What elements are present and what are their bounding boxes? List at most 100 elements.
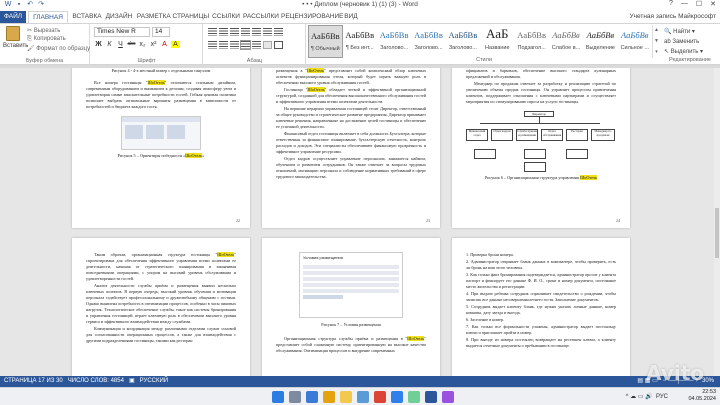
tab-view[interactable]: ВИД	[342, 11, 360, 23]
style-no-spacing[interactable]: АаБбВв ¶ Без инт...	[343, 25, 377, 58]
word-icon[interactable]	[425, 391, 437, 403]
borders-icon[interactable]	[274, 41, 283, 49]
list-item: 7. Как только все формальности улажены, …	[466, 324, 616, 335]
language[interactable]: РУССКИЙ	[140, 378, 168, 384]
search-icon[interactable]	[289, 391, 301, 403]
bullets-icon[interactable]	[208, 28, 217, 36]
page-24[interactable]: официантов и барменов, обеспечение высок…	[452, 68, 630, 228]
font-name-box[interactable]: Times New R	[94, 27, 150, 37]
clock[interactable]: 22:53 04.05.2024	[688, 389, 716, 403]
status-left: СТРАНИЦА 17 ИЗ 30 ЧИСЛО СЛОВ: 4854 ▣ РУС…	[4, 376, 168, 387]
replace-button[interactable]: ab Заменить	[664, 37, 703, 47]
clock-time: 22:53	[702, 389, 716, 395]
mail-icon[interactable]	[357, 391, 369, 403]
page-22[interactable]: Рисунок 4 - 4-х местный номер с отдельны…	[72, 68, 250, 228]
increase-indent-icon[interactable]	[252, 28, 261, 36]
style-heading-3[interactable]: АаБбВв Заголово...	[446, 25, 480, 58]
bold-button[interactable]: Ж	[94, 41, 103, 48]
tab-file[interactable]: ФАЙЛ	[0, 11, 26, 23]
subscript-button[interactable]: x₂	[138, 41, 147, 48]
font-size-box[interactable]: 14	[152, 27, 170, 37]
style-title[interactable]: АаБ Название	[480, 25, 514, 58]
shading-icon[interactable]	[263, 41, 272, 49]
tab-references[interactable]: ССЫЛКИ	[211, 11, 241, 23]
minimize-button[interactable]: —	[681, 0, 688, 8]
close-button[interactable]: ✕	[710, 0, 716, 8]
page-26[interactable]: Условия размещения Рисунок 7 – Условия р…	[262, 238, 440, 376]
align-right-icon[interactable]	[230, 41, 239, 49]
account-name[interactable]: Учетная запись Майкрософт	[629, 11, 716, 23]
window-controls: ? — ☐ ✕	[669, 0, 716, 8]
find-button[interactable]: 🔍 Найти ▾	[664, 27, 703, 37]
tray-icons[interactable]: ^ ☁ ▭ 🔊 РУС	[626, 393, 668, 400]
line-spacing-icon[interactable]	[252, 41, 261, 49]
input-language[interactable]: РУС	[656, 394, 668, 400]
tab-home[interactable]: ГЛАВНАЯ	[28, 11, 68, 23]
style-intense-emphasis[interactable]: АаБбВв Сильное ...	[618, 25, 652, 58]
maximize-button[interactable]: ☐	[696, 0, 702, 8]
paragraph: Коммуникация и координация между различн…	[86, 326, 236, 343]
tab-mailings[interactable]: РАССЫЛКИ	[242, 11, 280, 23]
page-number: 23	[426, 218, 430, 223]
multilevel-list-icon[interactable]	[230, 28, 239, 36]
style-subtitle[interactable]: АаБбВв Подзагол...	[514, 25, 548, 58]
style-normal[interactable]: АаБбВв ¶ Обычный	[308, 25, 343, 58]
font-format-buttons: Ж К Ч abc x₂ x² A A	[94, 41, 180, 48]
app2-icon[interactable]	[442, 391, 454, 403]
paragraph: Гостиница "ШоОтель" обладает четкой и эф…	[276, 87, 426, 104]
paragraph: Отдел кадров осуществляет управление пер…	[276, 156, 426, 179]
page-25[interactable]: Таким образом, организационная структура…	[72, 238, 250, 376]
style-emphasis[interactable]: АаБбВв Выделение	[583, 25, 617, 58]
paragraph-group-label: Абзац	[246, 58, 263, 64]
explorer-icon[interactable]	[340, 391, 352, 403]
superscript-button[interactable]: x²	[149, 41, 158, 48]
style-heading-2[interactable]: АаБбВв Заголово...	[411, 25, 445, 58]
scrollbar-thumb[interactable]	[715, 208, 719, 258]
decrease-indent-icon[interactable]	[241, 28, 250, 36]
watermark: Avito	[646, 361, 704, 385]
copy-button[interactable]: ⎘ Копировать	[27, 36, 66, 43]
photos-icon[interactable]	[391, 391, 403, 403]
vertical-scrollbar[interactable]	[714, 68, 720, 376]
sort-icon[interactable]	[263, 28, 272, 36]
text-color-button[interactable]: A	[160, 41, 169, 48]
paste-button[interactable]: Вставить	[3, 26, 28, 54]
select-button[interactable]: ↖ Выделить ▾	[664, 47, 703, 57]
italic-button[interactable]: К	[105, 41, 114, 48]
style-subtle-emphasis[interactable]: АаБбВв Слабое в...	[549, 25, 583, 58]
chrome-icon[interactable]	[374, 391, 386, 403]
org-chart: Директор Финансовый отдел Отдел кадров С…	[466, 109, 616, 175]
highlight-button[interactable]: A	[171, 41, 180, 48]
list-item: 2. Администратор открывает бланк данных …	[466, 259, 616, 270]
align-center-icon[interactable]	[219, 41, 228, 49]
paragraph: На вершине иерархии управления гостинице…	[276, 106, 426, 129]
help-button[interactable]: ?	[669, 0, 673, 8]
store-icon[interactable]	[408, 391, 420, 403]
page-23[interactable]: размещения в "ШоОтель" представляет собо…	[262, 68, 440, 228]
numbering-icon[interactable]	[219, 28, 228, 36]
tab-design[interactable]: ДИЗАЙН	[104, 11, 134, 23]
cut-button[interactable]: ✂ Вырезать	[27, 27, 60, 34]
files-icon[interactable]	[306, 391, 318, 403]
tab-page-layout[interactable]: РАЗМЕТКА СТРАНИЦЫ	[136, 11, 210, 23]
tab-insert[interactable]: ВСТАВКА	[70, 11, 104, 23]
tab-review[interactable]: РЕЦЕНЗИРОВАНИЕ	[281, 11, 344, 23]
proofing-icon[interactable]: ▣	[129, 378, 135, 384]
align-left-icon[interactable]	[208, 41, 217, 49]
word-count[interactable]: ЧИСЛО СЛОВ: 4854	[68, 378, 124, 384]
strikethrough-button[interactable]: abc	[127, 41, 136, 48]
windows-icon[interactable]	[272, 391, 284, 403]
taskbar-icons	[272, 391, 454, 403]
underline-button[interactable]: Ч	[116, 41, 125, 48]
document-workspace[interactable]: Рисунок 4 - 4-х местный номер с отдельны…	[0, 68, 720, 376]
justify-icon[interactable]	[240, 40, 251, 50]
show-marks-icon[interactable]	[274, 28, 283, 36]
page-27[interactable]: 1. Проверка брони номера. 2. Администрат…	[452, 238, 630, 376]
format-painter-button[interactable]: 🖌 Формат по образцу	[27, 45, 90, 52]
browser-icon[interactable]	[323, 391, 335, 403]
clipboard-group: Вставить ✂ Вырезать ⎘ Копировать 🖌 Форма…	[0, 24, 90, 65]
style-heading-1[interactable]: АаБбВв Заголово...	[377, 25, 411, 58]
paragraph: Менеджер по продажам отвечает за разрабо…	[466, 81, 616, 104]
page-count[interactable]: СТРАНИЦА 17 ИЗ 30	[4, 378, 63, 384]
styles-scroll[interactable]: ▲ ▼ ▾	[652, 25, 660, 58]
